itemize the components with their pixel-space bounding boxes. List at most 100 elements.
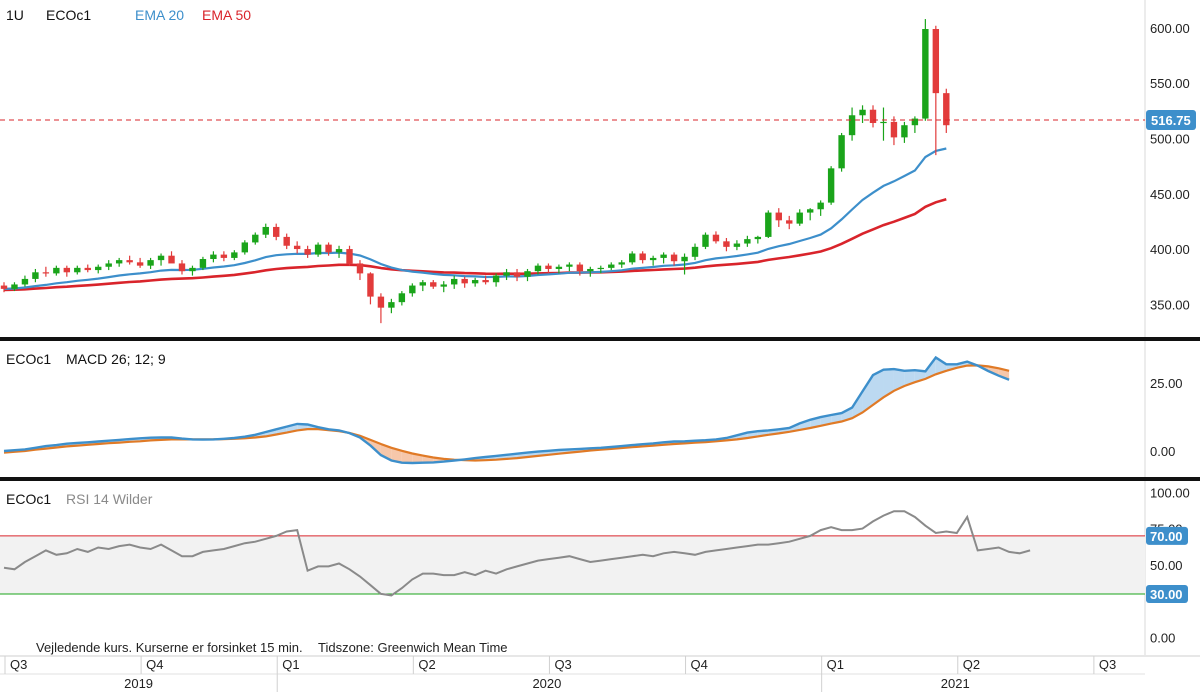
quarter-label[interactable]: Q1 [827, 657, 844, 672]
price-tick-label: 600.00 [1150, 21, 1190, 36]
year-label[interactable]: 2019 [124, 676, 153, 691]
rsi-tick-label: 0.00 [1150, 630, 1175, 645]
candle-body [681, 256, 688, 262]
candle-body [901, 125, 908, 138]
macd-legend-symbol: ECOc1 [6, 351, 51, 367]
panel-separator-2 [0, 477, 1200, 481]
candle-body [471, 280, 479, 284]
candle-body [95, 266, 102, 271]
candle-body [765, 212, 772, 237]
legend-ema50[interactable]: EMA 50 [202, 7, 251, 23]
rsi-legend-label[interactable]: RSI 14 Wilder [66, 491, 153, 507]
price-tick-label: 500.00 [1150, 131, 1190, 146]
candle-body [147, 260, 154, 266]
candle[interactable] [702, 232, 709, 250]
candle-body [398, 293, 406, 303]
rsi-neutral-zone [0, 535, 1145, 594]
candle-body [566, 264, 573, 267]
candle[interactable] [922, 19, 929, 121]
rsi-tick-label: 100.00 [1150, 485, 1190, 500]
candle[interactable] [827, 166, 835, 205]
candle-body [168, 255, 175, 264]
candle-body [273, 226, 280, 237]
candle-body [21, 278, 29, 285]
quarter-label[interactable]: Q2 [963, 657, 980, 672]
macd-tick-label: 0.00 [1150, 444, 1175, 459]
chart-canvas: 350.00 400.00 450.00 500.00 550.00 600.00 516… [0, 0, 1200, 692]
footer-disclaimer: Vejledende kurs. Kurserne er forsinket 1… [36, 640, 303, 655]
candle-body [63, 267, 71, 273]
price-tick-label: 450.00 [1150, 187, 1190, 202]
quarter-label[interactable]: Q3 [554, 657, 571, 672]
legend-symbol: ECOc1 [46, 7, 91, 23]
candle-body [597, 267, 604, 270]
candle-body [74, 267, 81, 273]
year-label[interactable]: 2021 [941, 676, 970, 691]
candle-body [346, 249, 353, 264]
candle-body [827, 168, 835, 203]
macd-legend-label[interactable]: MACD 26; 12; 9 [66, 351, 166, 367]
candle-body [922, 29, 929, 119]
candle-body [335, 249, 343, 253]
candle-body [377, 296, 385, 308]
quarter-label[interactable]: Q4 [146, 657, 163, 672]
candle-body [587, 268, 594, 272]
rsi-tick-label: 50.00 [1150, 558, 1183, 573]
footer-timezone: Tidszone: Greenwich Mean Time [318, 640, 508, 655]
quarter-label[interactable]: Q2 [418, 657, 435, 672]
candle-body [325, 244, 332, 253]
candle-body [503, 272, 510, 276]
candle-body [210, 254, 217, 260]
rsi-oversold-badge-label: 30.00 [1150, 587, 1183, 602]
candle-body [670, 254, 678, 262]
candle-body [712, 234, 720, 242]
quarter-label[interactable]: Q3 [1099, 657, 1116, 672]
candle-body [555, 266, 563, 269]
legend-ema20[interactable]: EMA 20 [135, 7, 184, 23]
candle-body [848, 115, 856, 136]
candle-body [199, 259, 207, 268]
quarter-label[interactable]: Q4 [691, 657, 708, 672]
candle-body [53, 267, 60, 274]
candle-body [252, 234, 259, 243]
legend-interval: 1U [6, 7, 24, 23]
candle-body [513, 272, 521, 277]
year-label[interactable]: 2020 [532, 676, 561, 691]
candle-body [817, 202, 824, 210]
price-tick-label: 400.00 [1150, 242, 1190, 257]
candle-body [105, 263, 112, 267]
candle-body [136, 262, 144, 266]
rsi-overbought-badge-label: 70.00 [1150, 529, 1183, 544]
candle-body [786, 220, 793, 224]
candle-body [629, 253, 636, 263]
candle[interactable] [765, 210, 772, 239]
candle-body [492, 275, 500, 283]
candle-body [440, 284, 447, 287]
candle-body [262, 226, 269, 235]
quarter-label[interactable]: Q3 [10, 657, 27, 672]
candle-body [283, 236, 290, 246]
candle-body [189, 267, 196, 272]
quarter-label[interactable]: Q1 [282, 657, 299, 672]
candle-body [524, 271, 531, 277]
price-tick-label: 350.00 [1150, 297, 1190, 312]
candle-body [304, 249, 311, 255]
candle-body [32, 272, 39, 279]
candle-body [356, 263, 364, 274]
candle-body [744, 239, 751, 244]
candle-body [409, 285, 416, 294]
candle-body [42, 272, 50, 274]
candle-body [608, 264, 615, 268]
candle[interactable] [838, 132, 845, 172]
candle-body [11, 284, 18, 289]
candle-body [178, 263, 186, 272]
candle-body [618, 262, 625, 265]
last-price-label: 516.75 [1151, 113, 1191, 128]
candle-body [806, 209, 814, 213]
candle-body [220, 254, 228, 258]
candle-body [639, 253, 646, 261]
candle-body [231, 252, 238, 258]
candle-body [388, 302, 395, 308]
candle-body [430, 282, 437, 287]
candle-body [126, 260, 133, 263]
